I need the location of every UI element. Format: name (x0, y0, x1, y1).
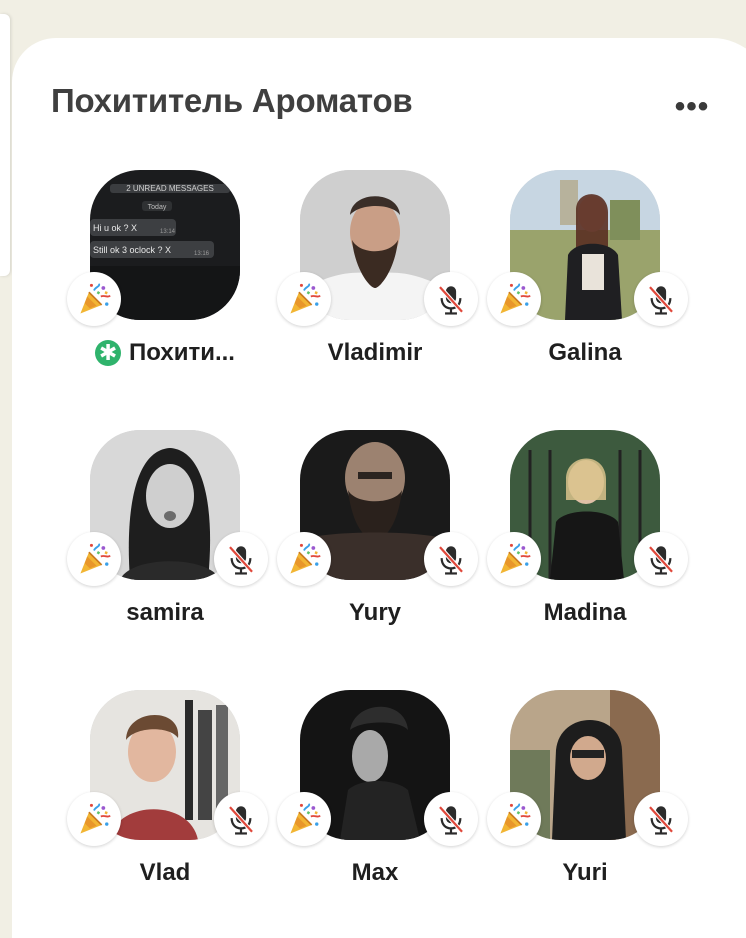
speaker-tile[interactable]: Yury (275, 430, 478, 660)
speaker-name-text: Похити... (129, 339, 235, 366)
microphone-muted-icon (214, 532, 268, 586)
moderator-asterisk-icon: ✱ (95, 340, 122, 366)
speaker-name: Madina (543, 599, 627, 626)
speaker-name: Vlad (139, 859, 191, 886)
party-popper-icon (487, 792, 541, 846)
speaker-name: Yury (348, 599, 402, 626)
speaker-tile[interactable]: Vlad (65, 690, 268, 920)
speaker-tile[interactable]: Madina (485, 430, 688, 660)
speaker-name: Yuri (562, 859, 608, 886)
party-popper-icon (277, 792, 331, 846)
microphone-muted-icon (424, 792, 478, 846)
speaker-name: Max (351, 859, 399, 886)
microphone-muted-icon (634, 272, 688, 326)
chat-day-label: Today (148, 204, 167, 211)
party-popper-icon (67, 272, 121, 326)
chat-message-1-time: 13:14 (160, 229, 176, 235)
speaker-name: samira (126, 599, 204, 626)
party-popper-icon (487, 272, 541, 326)
speaker-name: ✱ Похити... (65, 339, 265, 367)
party-popper-icon (67, 792, 121, 846)
more-options-button[interactable]: ••• (664, 88, 720, 126)
speaker-tile[interactable]: Vladimir (275, 170, 478, 400)
speaker-tile[interactable]: samira (65, 430, 268, 660)
microphone-muted-icon (634, 792, 688, 846)
chat-unread-banner: 2 UNREAD MESSAGES (126, 184, 214, 193)
party-popper-icon (67, 532, 121, 586)
party-popper-icon (277, 272, 331, 326)
speaker-name: Vladimir (327, 339, 423, 366)
chat-message-2: Still ok 3 oclock ? X (93, 245, 171, 255)
party-popper-icon (277, 532, 331, 586)
microphone-muted-icon (634, 532, 688, 586)
chat-message-1: Hi u ok ? X (93, 223, 137, 233)
speaker-tile[interactable]: 2 UNREAD MESSAGES Today Hi u ok ? X 13:1… (65, 170, 265, 400)
microphone-muted-icon (214, 792, 268, 846)
chat-message-2-time: 13:16 (194, 251, 210, 257)
microphone-muted-icon (424, 532, 478, 586)
speaker-tile[interactable]: Max (275, 690, 478, 920)
speaker-tile[interactable]: Galina (485, 170, 688, 400)
microphone-muted-icon (424, 272, 478, 326)
party-popper-icon (487, 532, 541, 586)
speaker-name: Galina (548, 339, 622, 366)
room-title: Похититель Ароматов (51, 82, 413, 119)
background-card-edge (0, 14, 10, 276)
speaker-tile[interactable]: Yuri (485, 690, 688, 920)
